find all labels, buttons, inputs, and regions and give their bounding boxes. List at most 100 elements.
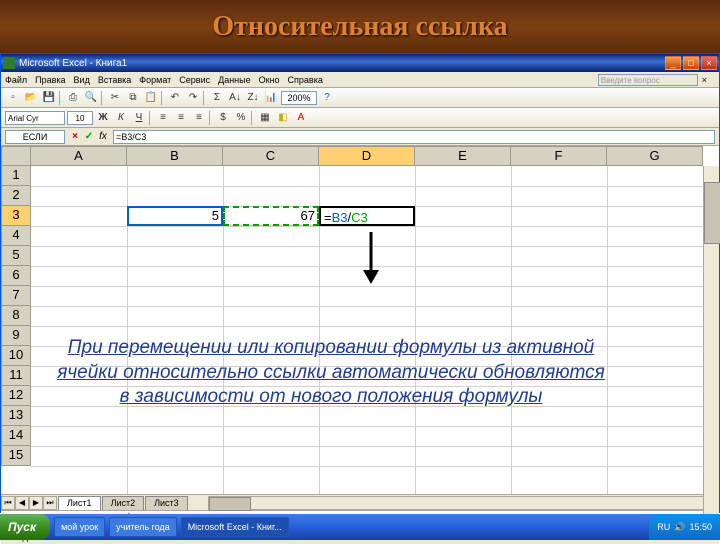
cell-b3[interactable]: 5 xyxy=(127,206,223,226)
maximize-button[interactable]: □ xyxy=(683,56,699,70)
tab-nav-next[interactable]: ▶ xyxy=(29,496,43,510)
menu-insert[interactable]: Вставка xyxy=(98,75,131,85)
enter-formula-button[interactable]: ✓ xyxy=(83,131,95,143)
minimize-button[interactable]: _ xyxy=(665,56,681,70)
undo-icon[interactable]: ↶ xyxy=(167,90,183,106)
zoom-select[interactable]: 200% xyxy=(281,91,317,105)
row-header-13[interactable]: 13 xyxy=(1,406,31,426)
font-name-select[interactable]: Arial Cyr xyxy=(5,111,65,125)
row-header-3[interactable]: 3 xyxy=(1,206,31,226)
excel-window: Microsoft Excel - Книга1 _ □ × Файл Прав… xyxy=(0,53,720,513)
new-icon[interactable]: ▫ xyxy=(5,90,21,106)
percent-icon[interactable]: % xyxy=(233,110,249,126)
row-header-4[interactable]: 4 xyxy=(1,226,31,246)
taskbar-item-3[interactable]: Microsoft Excel - Книг... xyxy=(181,517,289,537)
font-size-select[interactable]: 10 xyxy=(67,111,93,125)
tab-nav-first[interactable]: ⏮ xyxy=(1,496,15,510)
tray-volume-icon[interactable]: 🔊 xyxy=(674,522,685,533)
select-all-corner[interactable] xyxy=(1,146,31,166)
row-header-5[interactable]: 5 xyxy=(1,246,31,266)
menu-view[interactable]: Вид xyxy=(74,75,90,85)
paste-icon[interactable]: 📋 xyxy=(143,90,159,106)
name-box[interactable]: ЕСЛИ xyxy=(5,130,65,144)
col-header-e[interactable]: E xyxy=(415,146,511,166)
tab-nav-last[interactable]: ⏭ xyxy=(43,496,57,510)
system-tray[interactable]: RU 🔊 15:50 xyxy=(649,514,720,540)
excel-icon xyxy=(3,57,15,69)
menu-tools[interactable]: Сервис xyxy=(179,75,210,85)
cancel-formula-button[interactable]: × xyxy=(69,131,81,143)
tray-lang[interactable]: RU xyxy=(657,522,670,532)
formula-equals: = xyxy=(324,210,332,225)
copy-icon[interactable]: ⧉ xyxy=(125,90,141,106)
start-button[interactable]: Пуск xyxy=(0,514,50,540)
col-header-a[interactable]: A xyxy=(31,146,127,166)
doc-close-button[interactable]: × xyxy=(702,75,707,85)
col-header-f[interactable]: F xyxy=(511,146,607,166)
underline-icon[interactable]: Ч xyxy=(131,110,147,126)
window-title: Microsoft Excel - Книга1 xyxy=(19,58,127,69)
row-header-10[interactable]: 10 xyxy=(1,346,31,366)
currency-icon[interactable]: $ xyxy=(215,110,231,126)
row-header-6[interactable]: 6 xyxy=(1,266,31,286)
preview-icon[interactable]: 🔍 xyxy=(83,90,99,106)
cell-d3-active[interactable]: =B3/C3 xyxy=(319,206,415,226)
menu-file[interactable]: Файл xyxy=(5,75,27,85)
formula-input[interactable]: =B3/C3 xyxy=(113,130,715,144)
bold-icon[interactable]: Ж xyxy=(95,110,111,126)
sort-asc-icon[interactable]: A↓ xyxy=(227,90,243,106)
borders-icon[interactable]: ▦ xyxy=(257,110,273,126)
open-icon[interactable]: 📂 xyxy=(23,90,39,106)
cut-icon[interactable]: ✂ xyxy=(107,90,123,106)
col-header-c[interactable]: C xyxy=(223,146,319,166)
titlebar: Microsoft Excel - Книга1 _ □ × xyxy=(1,54,719,72)
print-icon[interactable]: ⎙ xyxy=(65,90,81,106)
row-header-8[interactable]: 8 xyxy=(1,306,31,326)
taskbar-item-1[interactable]: мой урок xyxy=(54,517,105,537)
row-header-9[interactable]: 9 xyxy=(1,326,31,346)
formatting-toolbar: Arial Cyr 10 Ж К Ч ≡ ≡ ≡ $ % ▦ ◧ A xyxy=(1,108,719,128)
row-header-14[interactable]: 14 xyxy=(1,426,31,446)
cell-c3[interactable]: 67 xyxy=(223,206,319,226)
font-color-icon[interactable]: A xyxy=(293,110,309,126)
menu-format[interactable]: Формат xyxy=(139,75,171,85)
close-button[interactable]: × xyxy=(701,56,717,70)
chart-icon[interactable]: 📊 xyxy=(263,90,279,106)
fill-color-icon[interactable]: ◧ xyxy=(275,110,291,126)
vertical-scrollbar[interactable] xyxy=(703,166,719,514)
spreadsheet-grid[interactable]: A B C D E F G 1 2 3 4 5 6 7 8 9 10 11 12 xyxy=(1,146,719,494)
sort-desc-icon[interactable]: Z↓ xyxy=(245,90,261,106)
sheet-tab-3[interactable]: Лист3 xyxy=(145,496,188,510)
horizontal-scrollbar[interactable] xyxy=(208,496,719,510)
sum-icon[interactable]: Σ xyxy=(209,90,225,106)
align-left-icon[interactable]: ≡ xyxy=(155,110,171,126)
slide-title: Относительная ссылка xyxy=(212,11,507,43)
save-icon[interactable]: 💾 xyxy=(41,90,57,106)
row-header-2[interactable]: 2 xyxy=(1,186,31,206)
help-icon[interactable]: ? xyxy=(319,90,335,106)
row-header-15[interactable]: 15 xyxy=(1,446,31,466)
col-header-d[interactable]: D xyxy=(319,146,415,166)
redo-icon[interactable]: ↷ xyxy=(185,90,201,106)
tab-nav-prev[interactable]: ◀ xyxy=(15,496,29,510)
sheet-tab-2[interactable]: Лист2 xyxy=(102,496,145,510)
ask-question-input[interactable]: Введите вопрос xyxy=(598,74,698,86)
taskbar-item-2[interactable]: учитель года xyxy=(109,517,177,537)
menu-help[interactable]: Справка xyxy=(288,75,323,85)
col-header-b[interactable]: B xyxy=(127,146,223,166)
align-center-icon[interactable]: ≡ xyxy=(173,110,189,126)
row-header-7[interactable]: 7 xyxy=(1,286,31,306)
row-header-1[interactable]: 1 xyxy=(1,166,31,186)
align-right-icon[interactable]: ≡ xyxy=(191,110,207,126)
menu-edit[interactable]: Правка xyxy=(35,75,65,85)
sheet-tab-1[interactable]: Лист1 xyxy=(58,496,101,510)
menu-data[interactable]: Данные xyxy=(218,75,251,85)
row-header-12[interactable]: 12 xyxy=(1,386,31,406)
menu-window[interactable]: Окно xyxy=(259,75,280,85)
row-header-11[interactable]: 11 xyxy=(1,366,31,386)
col-header-g[interactable]: G xyxy=(607,146,703,166)
italic-icon[interactable]: К xyxy=(113,110,129,126)
fx-button[interactable]: fx xyxy=(97,131,109,143)
sheet-tab-bar: ⏮ ◀ ▶ ⏭ Лист1 Лист2 Лист3 xyxy=(1,494,719,510)
tray-time: 15:50 xyxy=(689,522,712,532)
